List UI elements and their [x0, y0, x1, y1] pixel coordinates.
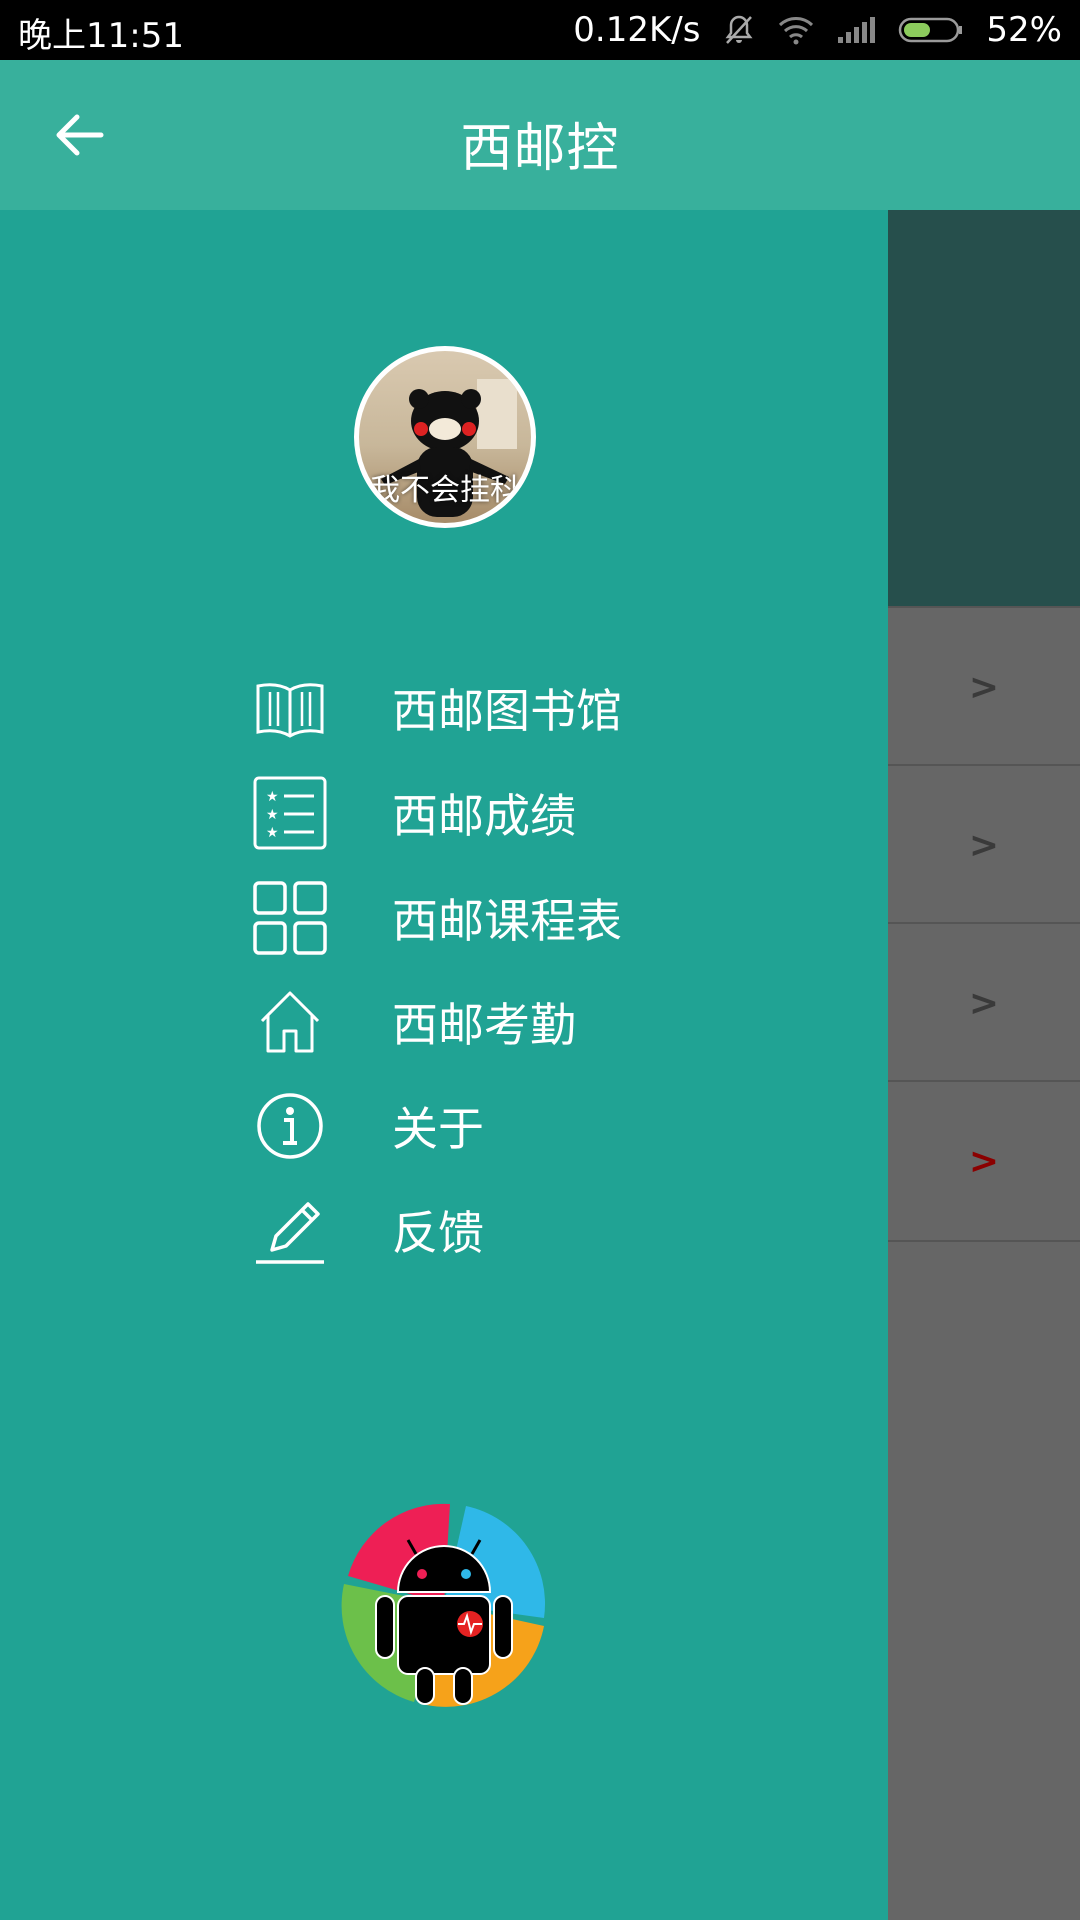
background-row[interactable]: >	[888, 1080, 1080, 1242]
background-row[interactable]: >	[888, 764, 1080, 924]
net-speed: 0.12K/s	[573, 10, 701, 50]
menu-item-label: 西邮考勤	[392, 998, 576, 1052]
battery-percent: 52%	[986, 10, 1062, 50]
menu-item-label: 西邮课程表	[392, 894, 622, 948]
chevron-right-icon: >	[968, 982, 1000, 1024]
menu-item-timetable[interactable]: 西邮课程表	[250, 870, 700, 966]
background-row[interactable]: >	[888, 922, 1080, 1082]
chevron-right-icon: >	[968, 1140, 1000, 1182]
svg-text:★: ★	[266, 789, 279, 805]
android-logo-icon	[338, 1498, 550, 1710]
menu-item-label: 西邮成绩	[392, 789, 576, 843]
avatar[interactable]: 我不会挂科	[354, 346, 536, 528]
battery-icon	[898, 16, 964, 44]
background-row[interactable]: >	[888, 606, 1080, 766]
menu-item-attendance[interactable]: 西邮考勤	[250, 974, 700, 1070]
avatar-caption: 我不会挂科	[370, 473, 520, 508]
app-bar: 西邮控	[0, 60, 1080, 210]
status-bar: 晚上11:51 0.12K/s 52%	[0, 0, 1080, 60]
menu-item-about[interactable]: 关于	[250, 1078, 700, 1174]
book-icon	[250, 668, 330, 748]
background-header	[888, 210, 1080, 606]
svg-text:★: ★	[266, 807, 279, 823]
status-time: 晚上11:51	[18, 16, 184, 56]
info-icon	[250, 1086, 330, 1166]
signal-icon	[836, 15, 876, 45]
grid-icon	[250, 878, 330, 958]
menu-item-grades[interactable]: ★ ★ ★ 西邮成绩	[250, 765, 700, 861]
menu-item-feedback[interactable]: 反馈	[250, 1182, 700, 1278]
menu-item-label: 关于	[392, 1102, 484, 1156]
svg-text:★: ★	[266, 825, 279, 841]
wifi-icon	[778, 15, 814, 45]
chevron-right-icon: >	[968, 824, 1000, 866]
page-title: 西邮控	[460, 119, 620, 179]
menu-item-label: 反馈	[392, 1206, 484, 1260]
menu-item-label: 西邮图书馆	[392, 684, 622, 738]
status-icons: 0.12K/s 52%	[573, 8, 1062, 52]
mute-icon	[722, 13, 756, 47]
menu-item-library[interactable]: 西邮图书馆	[250, 660, 700, 756]
chevron-right-icon: >	[968, 666, 1000, 708]
pencil-icon	[250, 1190, 330, 1270]
list-icon: ★ ★ ★	[250, 773, 330, 853]
home-icon	[250, 982, 330, 1062]
navigation-drawer: 我不会挂科 西邮图书馆 ★ ★ ★ 西邮成绩 西邮课程表 西邮考勤 关于 反馈	[0, 210, 888, 1920]
